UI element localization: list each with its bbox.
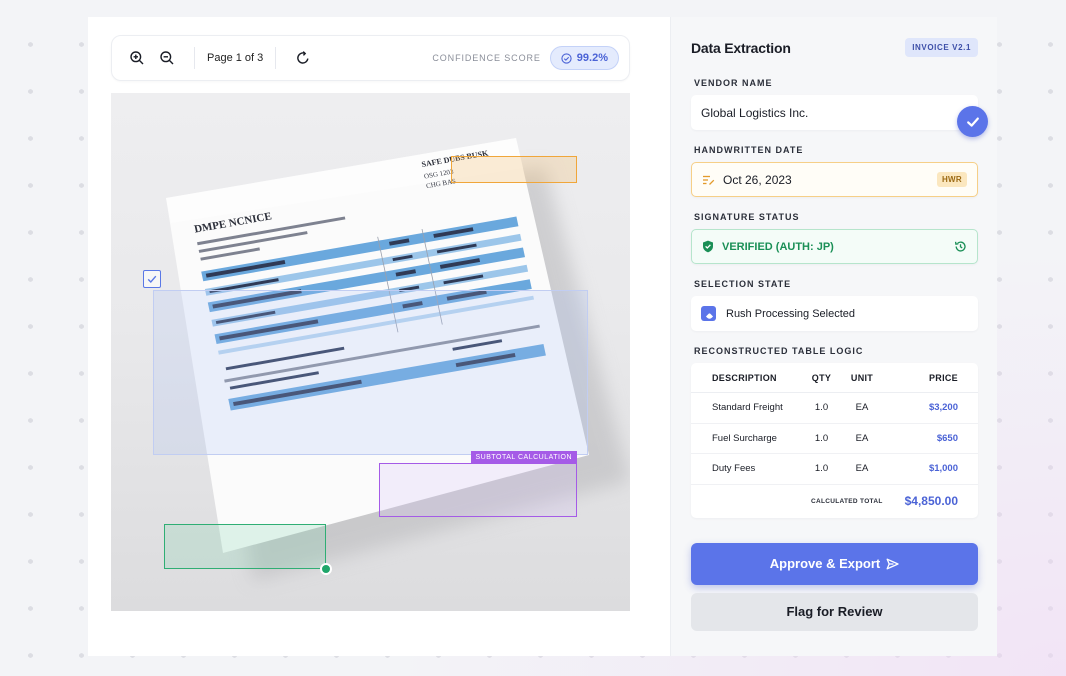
- vendor-verified-button[interactable]: [957, 106, 988, 137]
- document-viewer: Page 1 of 3 CONFIDENCE SCORE 99.2% DMPE …: [88, 17, 670, 656]
- history-icon: [954, 241, 966, 252]
- table-header-row: DESCRIPTION QTY UNIT PRICE: [691, 363, 978, 393]
- table-row[interactable]: Fuel Surcharge 1.0 EA $650: [691, 424, 978, 454]
- checkbox-icon[interactable]: [701, 306, 716, 321]
- signature-region-overlay[interactable]: [164, 524, 332, 575]
- zoom-in-button[interactable]: [122, 43, 152, 73]
- toolbar-divider: [275, 47, 277, 69]
- row-price: $3,200: [928, 402, 958, 414]
- column-header-qty: QTY: [811, 372, 832, 383]
- viewer-toolbar: Page 1 of 3 CONFIDENCE SCORE 99.2%: [111, 35, 630, 81]
- send-icon: [886, 558, 899, 569]
- table-total-row: CALCULATED TOTAL $4,850.00: [691, 485, 978, 518]
- table-logic-label: RECONSTRUCTED TABLE LOGIC: [694, 346, 864, 356]
- handwriting-icon: [702, 174, 715, 186]
- vendor-label: VENDOR NAME: [694, 78, 773, 88]
- zoom-in-icon: [130, 51, 144, 65]
- row-qty: 1.0: [814, 402, 829, 414]
- column-header-description: DESCRIPTION: [712, 372, 777, 383]
- row-description: Duty Fees: [712, 463, 756, 475]
- panel-title: Data Extraction: [691, 39, 791, 56]
- table-row[interactable]: Duty Fees 1.0 EA $1,000: [691, 454, 978, 485]
- selection-state-value: Rush Processing Selected: [726, 307, 856, 320]
- date-region-overlay[interactable]: [451, 156, 577, 183]
- signature-label: SIGNATURE STATUS: [694, 212, 800, 222]
- shield-check-icon: [702, 240, 714, 253]
- history-button[interactable]: [954, 240, 967, 253]
- date-label: HANDWRITTEN DATE: [694, 145, 804, 155]
- table-row[interactable]: Standard Freight 1.0 EA $3,200: [691, 393, 978, 424]
- app-window: Page 1 of 3 CONFIDENCE SCORE 99.2% DMPE …: [88, 17, 997, 656]
- row-unit: EA: [855, 402, 869, 414]
- toolbar-divider: [194, 47, 195, 69]
- row-price: $650: [936, 432, 958, 444]
- rotate-icon: [297, 51, 309, 64]
- selection-state-field[interactable]: Rush Processing Selected: [691, 296, 978, 331]
- subtotal-tag: SUBTOTAL CALCULATION: [470, 451, 577, 464]
- zoom-out-button[interactable]: [152, 43, 182, 73]
- rotate-button[interactable]: [288, 43, 318, 73]
- document-canvas[interactable]: DMPE NCNICE SAFE DUBS BUSK OSG 1203 CHG …: [111, 93, 630, 611]
- calculated-total-label: CALCULATED TOTAL: [811, 497, 883, 505]
- flag-review-button[interactable]: Flag for Review: [691, 592, 978, 631]
- row-price: $1,000: [928, 463, 958, 475]
- checkmark-icon: [966, 116, 979, 127]
- signature-handle[interactable]: [320, 563, 332, 575]
- check-circle-icon: [561, 52, 572, 64]
- signature-status-value: VERIFIED (AUTH: JP): [722, 240, 834, 253]
- subtotal-region-overlay[interactable]: SUBTOTAL CALCULATION: [379, 451, 577, 517]
- handwritten-date-field[interactable]: Oct 26, 2023 HWR: [691, 162, 978, 197]
- vendor-name-field[interactable]: Global Logistics Inc.: [691, 95, 988, 137]
- page-indicator: Page 1 of 3: [207, 52, 264, 64]
- calculated-total-value: $4,850.00: [904, 494, 958, 508]
- version-badge: INVOICE V2.1: [905, 38, 978, 57]
- approve-export-button[interactable]: Approve & Export: [691, 542, 978, 585]
- row-qty: 1.0: [814, 432, 829, 444]
- confidence-badge: 99.2%: [549, 46, 619, 70]
- checkmark-icon: [147, 275, 157, 284]
- signature-status-field[interactable]: VERIFIED (AUTH: JP): [691, 229, 978, 264]
- extraction-panel: Data Extraction INVOICE V2.1 VENDOR NAME…: [670, 17, 997, 656]
- row-qty: 1.0: [814, 463, 829, 475]
- column-header-unit: UNIT: [850, 372, 874, 383]
- row-description: Standard Freight: [712, 402, 783, 414]
- table-region-overlay[interactable]: [153, 290, 588, 455]
- row-unit: EA: [855, 432, 869, 444]
- row-unit: EA: [855, 463, 869, 475]
- confidence-label: CONFIDENCE SCORE: [432, 53, 541, 63]
- zoom-out-icon: [160, 51, 174, 65]
- checkbox-region-overlay[interactable]: [143, 270, 161, 288]
- approve-export-label: Approve & Export: [769, 556, 881, 571]
- hwr-badge: HWR: [936, 172, 967, 187]
- row-description: Fuel Surcharge: [712, 432, 777, 444]
- reconstructed-table: DESCRIPTION QTY UNIT PRICE Standard Frei…: [691, 363, 978, 518]
- panel-header: Data Extraction INVOICE V2.1: [691, 17, 978, 78]
- vendor-name-value: Global Logistics Inc.: [701, 105, 809, 120]
- handwritten-date-value: Oct 26, 2023: [723, 172, 792, 187]
- confidence-value: 99.2%: [576, 52, 608, 64]
- selection-label: SELECTION STATE: [694, 279, 792, 289]
- column-header-price: PRICE: [928, 372, 958, 383]
